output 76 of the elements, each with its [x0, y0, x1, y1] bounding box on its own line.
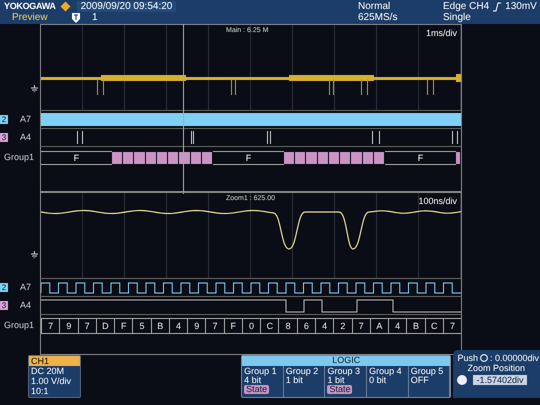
sample-rate: 625MS/s [358, 12, 398, 23]
bus-value: 4 [168, 318, 188, 334]
bit-count: 1 bit [327, 376, 344, 385]
bus-value: F [224, 318, 242, 334]
bus-value: 8 [278, 318, 297, 334]
bus-value: 7 [442, 318, 462, 334]
bus-value: 7 [205, 318, 224, 334]
bus-value: B [150, 318, 169, 334]
knob-icon [480, 354, 488, 362]
channel-badge: 2 [0, 114, 8, 124]
mode-tag: State [244, 385, 270, 394]
bit-count: OFF [410, 376, 429, 385]
ground-marker-icon [31, 251, 38, 258]
ground-marker-icon [31, 85, 38, 92]
mode-label: Preview [12, 12, 49, 23]
trigger-level: 130mV [505, 1, 537, 12]
channel-badge: 2 [0, 282, 8, 292]
bus-value: 7 [41, 318, 60, 334]
bus-value: B [406, 318, 425, 334]
trigger-source: Edge CH4 [443, 1, 490, 12]
bus-value: 9 [59, 318, 78, 334]
bus-value: 6 [296, 318, 315, 334]
bus-value: 2 [333, 318, 352, 334]
bus-value: 4 [388, 318, 406, 334]
bus-value: 7 [78, 318, 96, 334]
bus-value: 4 [314, 318, 334, 334]
mode-tag: State [327, 385, 352, 394]
bus-value: A [370, 318, 388, 334]
bus-value: C [424, 318, 443, 334]
scale-label: 1.00 V/div [30, 376, 72, 386]
bus-value: 5 [132, 318, 151, 334]
zoom-position-title: Zoom Position [467, 363, 526, 373]
channel-label: A7 [20, 114, 32, 124]
probe-label: 10:1 [30, 386, 50, 396]
bus-value: F [213, 150, 284, 164]
bit-count: 4 bit [244, 376, 262, 385]
date-time: 2009/09/20 09:54:20 [76, 1, 176, 12]
bus-value: 0 [242, 318, 260, 334]
brand-logo: YOKOGAWA [4, 1, 56, 12]
trigger-position: 1 [92, 12, 98, 23]
group-name[interactable]: Group 2 [286, 367, 322, 376]
logic-title: LOGIC [242, 356, 450, 366]
channel-label: A7 [20, 282, 32, 292]
cursor-line[interactable] [183, 24, 184, 194]
acquisition-mode: Normal [358, 1, 392, 12]
channel-label: A4 [20, 132, 32, 142]
group-label: Group1 [4, 152, 34, 162]
channel-badge: 3 [0, 132, 8, 142]
bus-value: C [260, 318, 278, 334]
coupling-label: DC 20M [30, 366, 66, 376]
bus-value: F [385, 150, 456, 164]
bus-value: D [96, 318, 114, 334]
timebase-label: 100ns/div [418, 196, 457, 206]
bit-count: 0 bit [369, 376, 386, 385]
group-name[interactable]: Group 3 [327, 367, 364, 376]
knob-icon [457, 375, 468, 385]
group-label: Group1 [4, 320, 34, 330]
channel-badge: 3 [0, 300, 8, 310]
bit-count: 1 bit [286, 376, 303, 385]
rising-edge-icon [493, 2, 502, 12]
channel-label: A4 [20, 300, 32, 310]
channel-info-panel[interactable]: CH1 DC 20M 1.00 V/div 10:1 [28, 355, 82, 398]
push-label: Push [457, 353, 478, 363]
bus-value: 9 [187, 318, 206, 334]
trigger-mode: Single [443, 12, 472, 23]
bus-value: F [41, 150, 112, 164]
bus-value: 7 [352, 318, 370, 334]
zoom-position-field[interactable]: -1.57402div [473, 375, 526, 385]
group-name[interactable]: Group 5 [410, 367, 448, 376]
push-value: : 0.00000div [490, 353, 540, 363]
group-name[interactable]: Group 4 [369, 367, 406, 376]
bus-value: F [114, 318, 132, 334]
bus-activity [456, 150, 461, 164]
channel-title: CH1 [29, 356, 80, 366]
group-name[interactable]: Group 1 [244, 367, 281, 376]
timebase-label: 1ms/div [426, 28, 457, 38]
